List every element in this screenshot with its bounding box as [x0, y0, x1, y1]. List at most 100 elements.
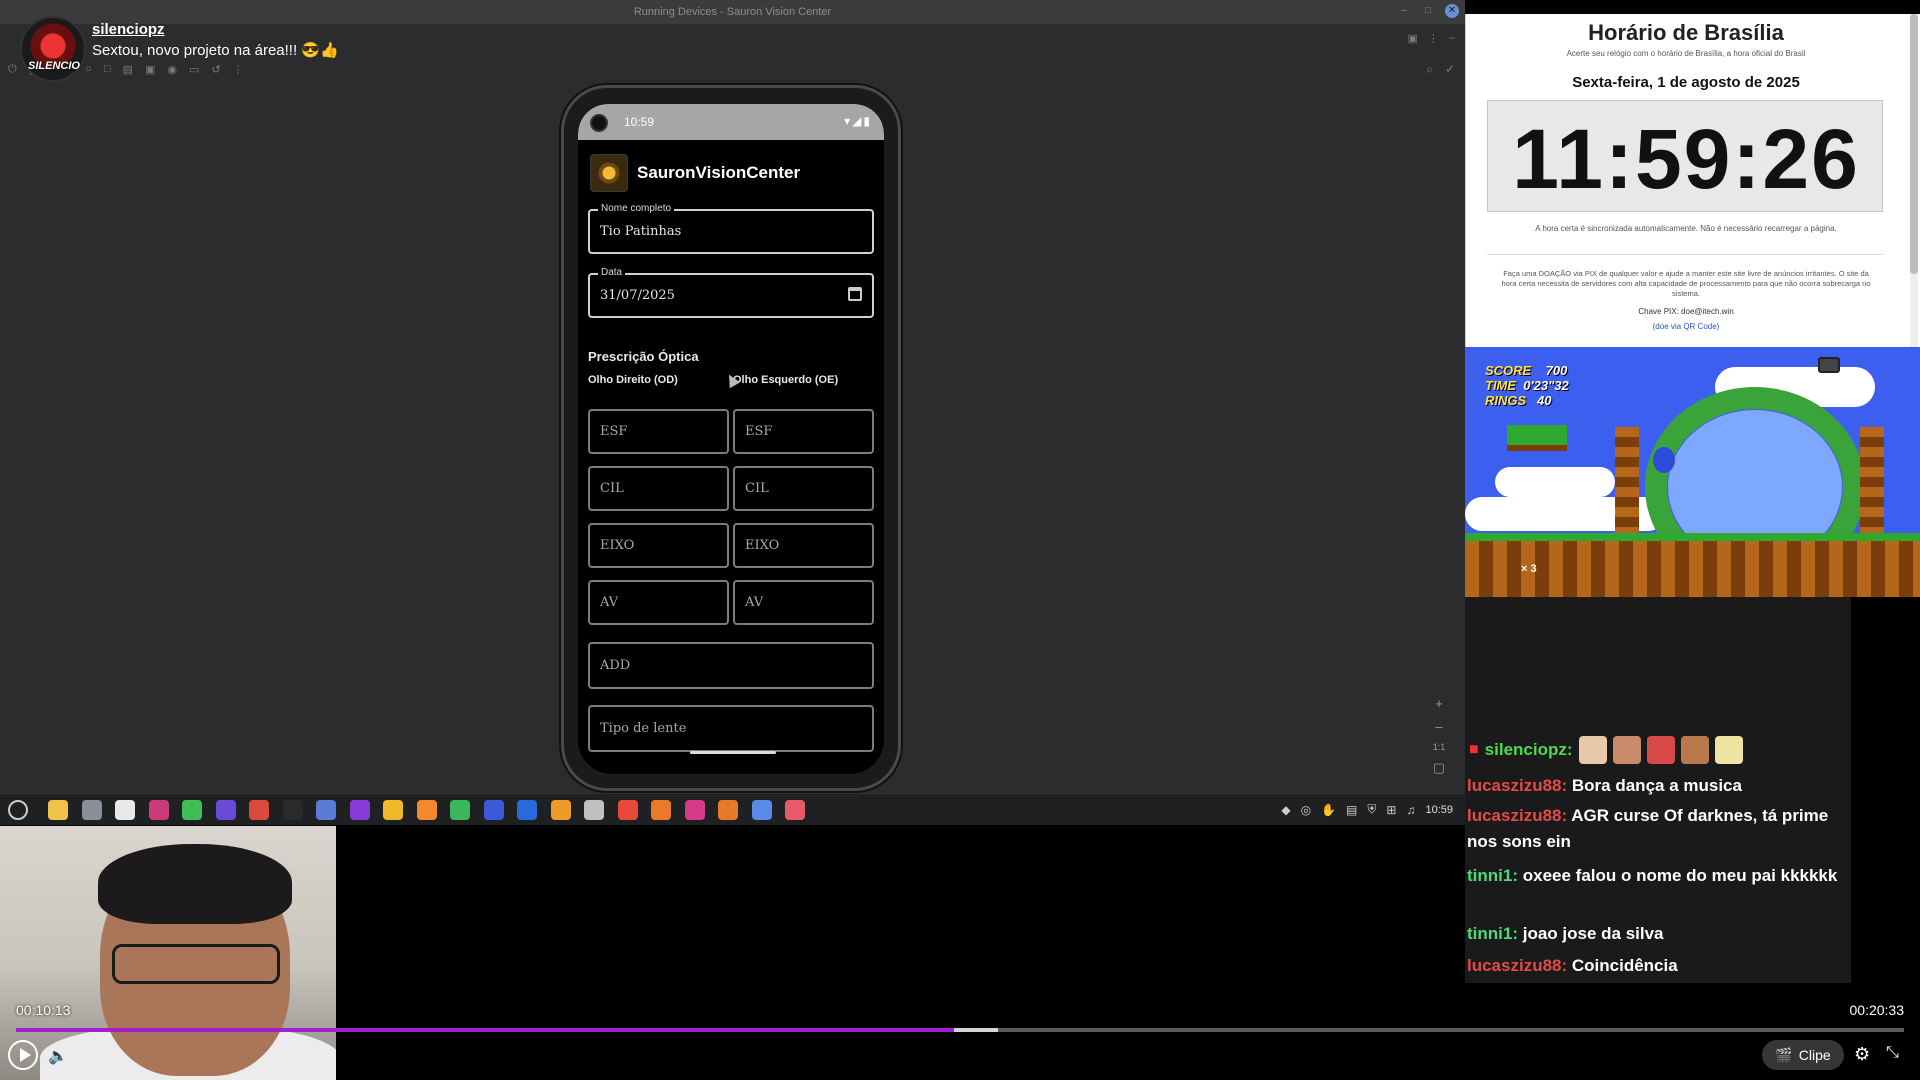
taskbar-app-icon[interactable] [282, 800, 303, 820]
add-placeholder: ADD [600, 658, 631, 673]
options-icon[interactable]: ⋮ [1428, 32, 1439, 45]
emote-icon [1646, 736, 1675, 764]
emulator-toolbar-right-secondary: ⌕ ✓ [1426, 62, 1455, 77]
zoom-fit-button[interactable]: ▢ [1433, 760, 1445, 776]
phone-status-bar: 10:59 ▾◢▮ [578, 104, 884, 140]
pix-key: Chave PIX: doe@itech.win [1638, 307, 1734, 316]
front-camera-icon [590, 114, 608, 132]
zoom-out-button[interactable]: – [1435, 719, 1442, 734]
lives-counter: × 3 [1521, 563, 1537, 575]
seek-bar[interactable] [16, 1028, 1904, 1032]
tray-clock[interactable]: 10:59 [1425, 804, 1453, 816]
shield-icon[interactable]: ⛨ [1367, 802, 1376, 817]
zoom-1to1-button[interactable]: 1:1 [1433, 742, 1446, 752]
power-icon[interactable]: ⏻ [8, 63, 17, 76]
touch-icon[interactable]: ✋ [1321, 803, 1336, 817]
obs-tray-icon[interactable]: ◎ [1301, 803, 1311, 817]
qr-code-link[interactable]: (doe via QR Code) [1466, 322, 1906, 331]
settings-gear-icon[interactable]: ⚙ [1854, 1044, 1870, 1065]
app-tray-icon[interactable]: ◆ [1281, 803, 1290, 817]
check-icon[interactable]: ✓ [1445, 62, 1455, 77]
fold-icon[interactable]: ▤ [123, 63, 133, 76]
taskbar-app-icon[interactable] [751, 800, 772, 820]
oe-cil-field[interactable]: CIL [733, 466, 874, 511]
streamer-name-link[interactable]: silenciopz [92, 21, 165, 38]
taskbar-app-icon[interactable] [550, 800, 571, 820]
taskbar-app-icon[interactable] [148, 800, 169, 820]
chat-username[interactable]: tinni1: [1467, 924, 1518, 943]
taskbar-app-icon[interactable] [450, 800, 470, 820]
taskbar-app-icon[interactable] [584, 800, 604, 820]
minimize-icon[interactable]: – [1397, 4, 1411, 18]
taskbar-app-icon[interactable] [383, 800, 403, 820]
taskbar-app-icon[interactable] [416, 800, 437, 820]
hide-icon[interactable]: – [1449, 32, 1455, 45]
oe-esf-field[interactable]: ESF [733, 409, 874, 454]
taskbar-app-icon[interactable] [617, 800, 638, 820]
more-icon[interactable]: ⋮ [233, 63, 244, 76]
lens-type-field[interactable]: Tipo de lente [588, 705, 874, 752]
taskbar-app-icon[interactable] [349, 800, 370, 820]
play-button[interactable] [8, 1040, 38, 1070]
scrollbar[interactable] [1910, 14, 1918, 347]
taskbar-app-icon[interactable] [483, 800, 504, 820]
app-header: SauronVisionCenter [590, 154, 800, 192]
layout-icon[interactable]: ▣ [1407, 32, 1417, 45]
chat-username[interactable]: lucaszizu88: [1467, 806, 1567, 825]
close-icon[interactable]: ✕ [1445, 4, 1459, 18]
audio-icon[interactable]: ♫ [1406, 803, 1415, 817]
oe-eixo-field[interactable]: EIXO [733, 523, 874, 568]
taskbar-app-icon[interactable] [115, 800, 135, 820]
add-field[interactable]: ADD [588, 642, 874, 689]
history-icon[interactable]: ↺ [211, 63, 220, 76]
streamer-avatar[interactable] [20, 16, 86, 82]
taskbar-app-icon[interactable] [316, 800, 336, 820]
chat-overlay: ■ silenciopz: lucaszizu88: Bora dança a … [1465, 597, 1851, 983]
od-cil-field[interactable]: CIL [588, 466, 729, 511]
od-av-field[interactable]: AV [588, 580, 729, 625]
taskbar-app-icon[interactable] [517, 800, 537, 820]
chat-text: oxeee falou o nome do meu pai kkkkkk [1522, 866, 1838, 885]
volume-icon[interactable]: 🔈 [48, 1046, 68, 1066]
camera-icon[interactable]: ◉ [167, 63, 177, 76]
taskbar-app-icon[interactable] [718, 800, 738, 820]
calendar-icon[interactable] [848, 287, 862, 301]
search-icon[interactable]: ⌕ [1426, 62, 1433, 77]
taskbar-app-icon[interactable] [182, 800, 202, 820]
right-eye-label: Olho Direito (OD) [588, 374, 678, 386]
network-icon[interactable]: ⊞ [1386, 803, 1396, 817]
score-value: 700 [1545, 363, 1568, 378]
date-field[interactable]: Data 31/07/2025 [588, 267, 874, 318]
app-title: SauronVisionCenter [637, 163, 801, 182]
home-indicator[interactable] [690, 751, 776, 754]
taskbar-app-icon[interactable] [651, 800, 671, 820]
taskbar-app-icon[interactable] [48, 800, 68, 820]
chat-username[interactable]: lucaszizu88: [1467, 956, 1567, 975]
clipboard-icon[interactable]: ▤ [1346, 803, 1357, 817]
window-titlebar: Running Devices - Sauron Vision Center –… [0, 0, 1465, 24]
pillar [1615, 427, 1639, 537]
maximize-icon[interactable]: □ [1421, 4, 1435, 18]
chat-username[interactable]: lucaszizu88: [1467, 776, 1567, 795]
overview-icon[interactable]: □ [104, 63, 111, 75]
chat-username[interactable]: tinni1: [1467, 866, 1518, 885]
fullscreen-exit-icon[interactable]: ⤡ [1886, 1044, 1899, 1062]
record-icon[interactable]: ▭ [189, 63, 199, 76]
taskbar-app-icon[interactable] [215, 800, 236, 820]
scrollbar-thumb[interactable] [1910, 14, 1918, 274]
od-eixo-placeholder: EIXO [600, 538, 635, 553]
clip-button[interactable]: 🎬 Clipe [1762, 1040, 1844, 1070]
clock-note: A hora certa é sincronizada automaticame… [1535, 224, 1837, 233]
zoom-in-button[interactable]: + [1435, 696, 1443, 711]
taskbar-app-icon[interactable] [785, 800, 805, 820]
taskbar-app-icon[interactable] [684, 800, 705, 820]
screenshot-icon[interactable]: ▣ [145, 63, 155, 76]
name-field[interactable]: Nome completo Tio Patinhas [588, 203, 874, 254]
taskbar-app-icon[interactable] [81, 800, 102, 820]
home-icon[interactable]: ○ [85, 63, 92, 75]
od-esf-field[interactable]: ESF [588, 409, 729, 454]
taskbar-app-icon[interactable] [249, 800, 269, 820]
start-menu-icon[interactable] [8, 800, 28, 820]
oe-av-field[interactable]: AV [733, 580, 874, 625]
od-eixo-field[interactable]: EIXO [588, 523, 729, 568]
